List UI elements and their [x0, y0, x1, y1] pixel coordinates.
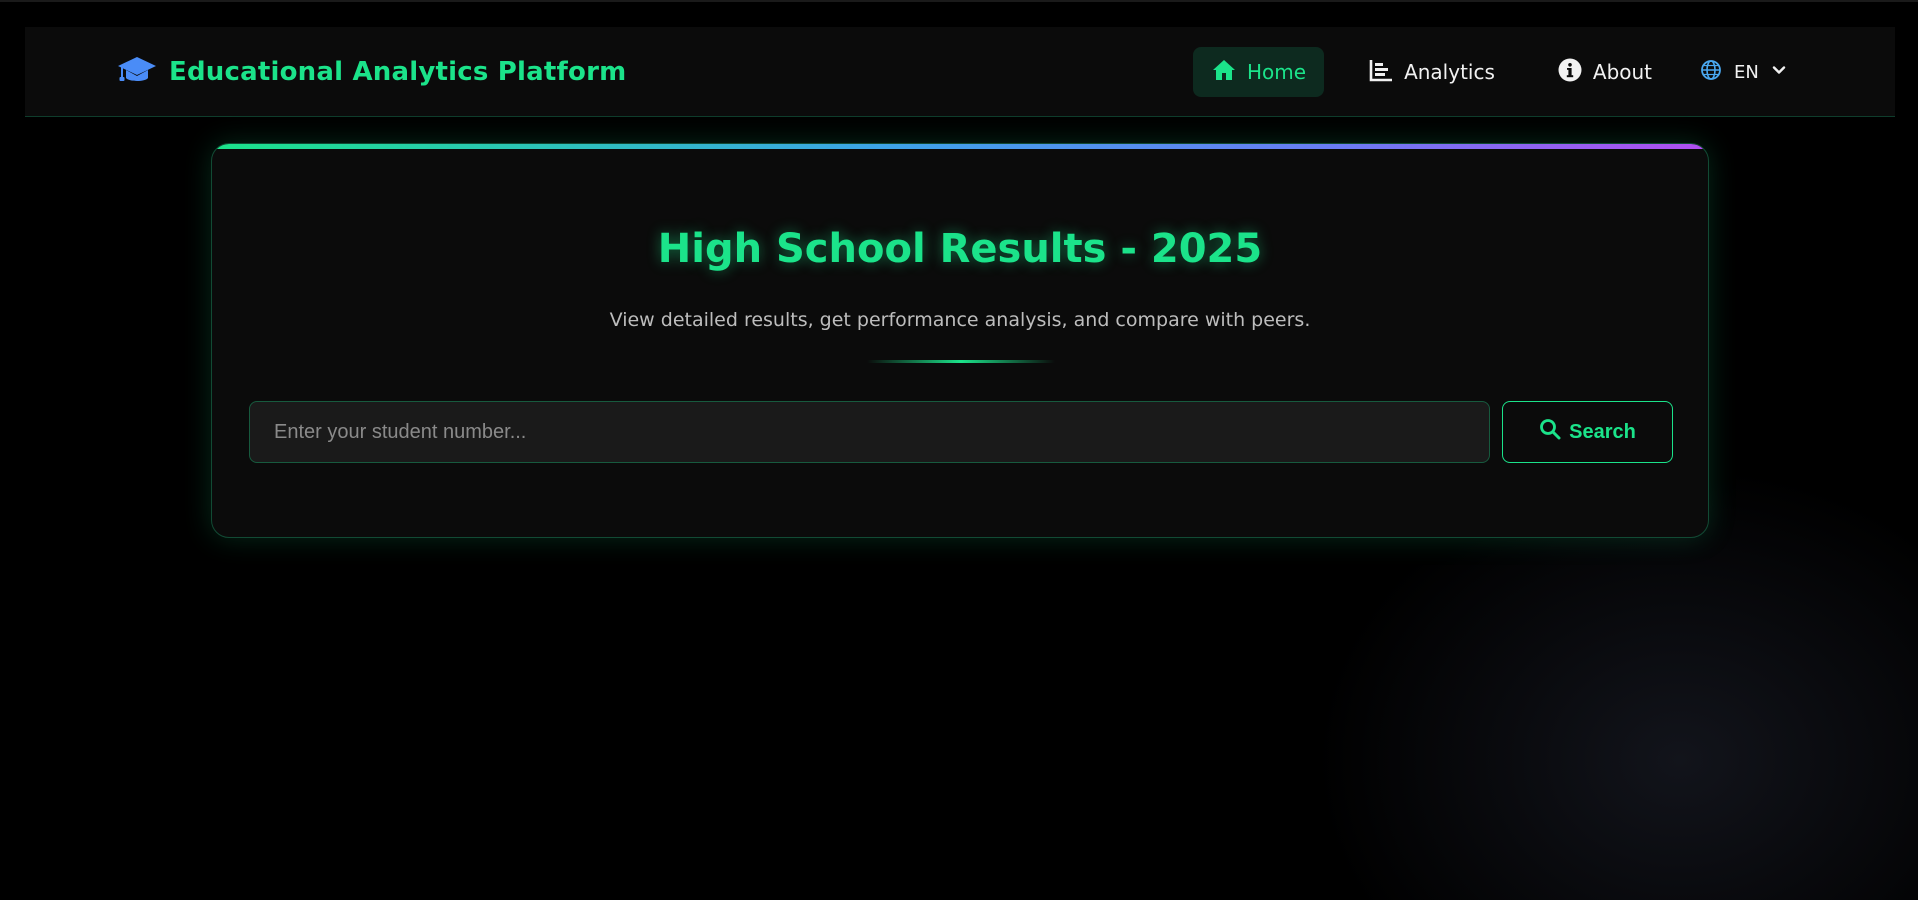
window-top-border: [0, 0, 1918, 2]
home-icon: [1211, 57, 1237, 88]
brand[interactable]: Educational Analytics Platform: [117, 27, 626, 117]
search-card: High School Results - 2025 View detailed…: [211, 143, 1709, 538]
student-number-input[interactable]: [249, 401, 1490, 463]
main-nav: Home Analytics About EN: [1193, 46, 1787, 98]
nav-item-label: Home: [1247, 60, 1307, 84]
nav-item-label: About: [1592, 60, 1653, 84]
nav-item-analytics[interactable]: Analytics: [1350, 47, 1513, 97]
language-label: EN: [1734, 61, 1759, 83]
chevron-down-icon: [1771, 62, 1787, 83]
language-selector[interactable]: EN: [1700, 59, 1787, 86]
globe-icon: [1700, 59, 1722, 86]
navbar: Educational Analytics Platform Home Anal…: [25, 27, 1895, 117]
bar-chart-icon: [1368, 57, 1394, 88]
search-icon: [1539, 418, 1561, 446]
search-button[interactable]: Search: [1502, 401, 1673, 463]
nav-item-label: Analytics: [1404, 60, 1495, 84]
page-subtitle: View detailed results, get performance a…: [609, 309, 1311, 331]
search-button-label: Search: [1569, 420, 1636, 443]
nav-item-home[interactable]: Home: [1193, 47, 1325, 97]
graduation-cap-icon: [117, 55, 157, 89]
nav-item-about[interactable]: About: [1539, 47, 1670, 97]
page-title: High School Results - 2025: [657, 226, 1263, 272]
info-icon: [1557, 57, 1583, 88]
title-divider: [867, 360, 1055, 363]
card-gradient-bar: [212, 144, 1708, 149]
brand-title: Educational Analytics Platform: [169, 57, 627, 87]
